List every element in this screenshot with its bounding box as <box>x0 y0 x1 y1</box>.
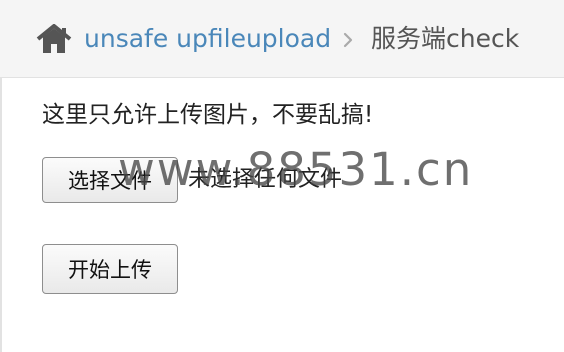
start-upload-button[interactable]: 开始上传 <box>42 244 178 294</box>
breadcrumb-current-page: 服务端check <box>371 24 520 53</box>
breadcrumb: unsafe upfileupload 服务端check <box>0 0 564 78</box>
breadcrumb-link-upfileupload[interactable]: unsafe upfileupload <box>84 22 331 56</box>
file-status-text: 未选择任何文件 <box>188 167 343 192</box>
home-icon[interactable] <box>36 23 72 54</box>
chevron-right-icon <box>341 30 355 50</box>
choose-file-button[interactable]: 选择文件 <box>42 157 178 203</box>
upload-notice: 这里只允许上传图片，不要乱搞! <box>42 102 374 128</box>
content-border <box>0 78 2 352</box>
